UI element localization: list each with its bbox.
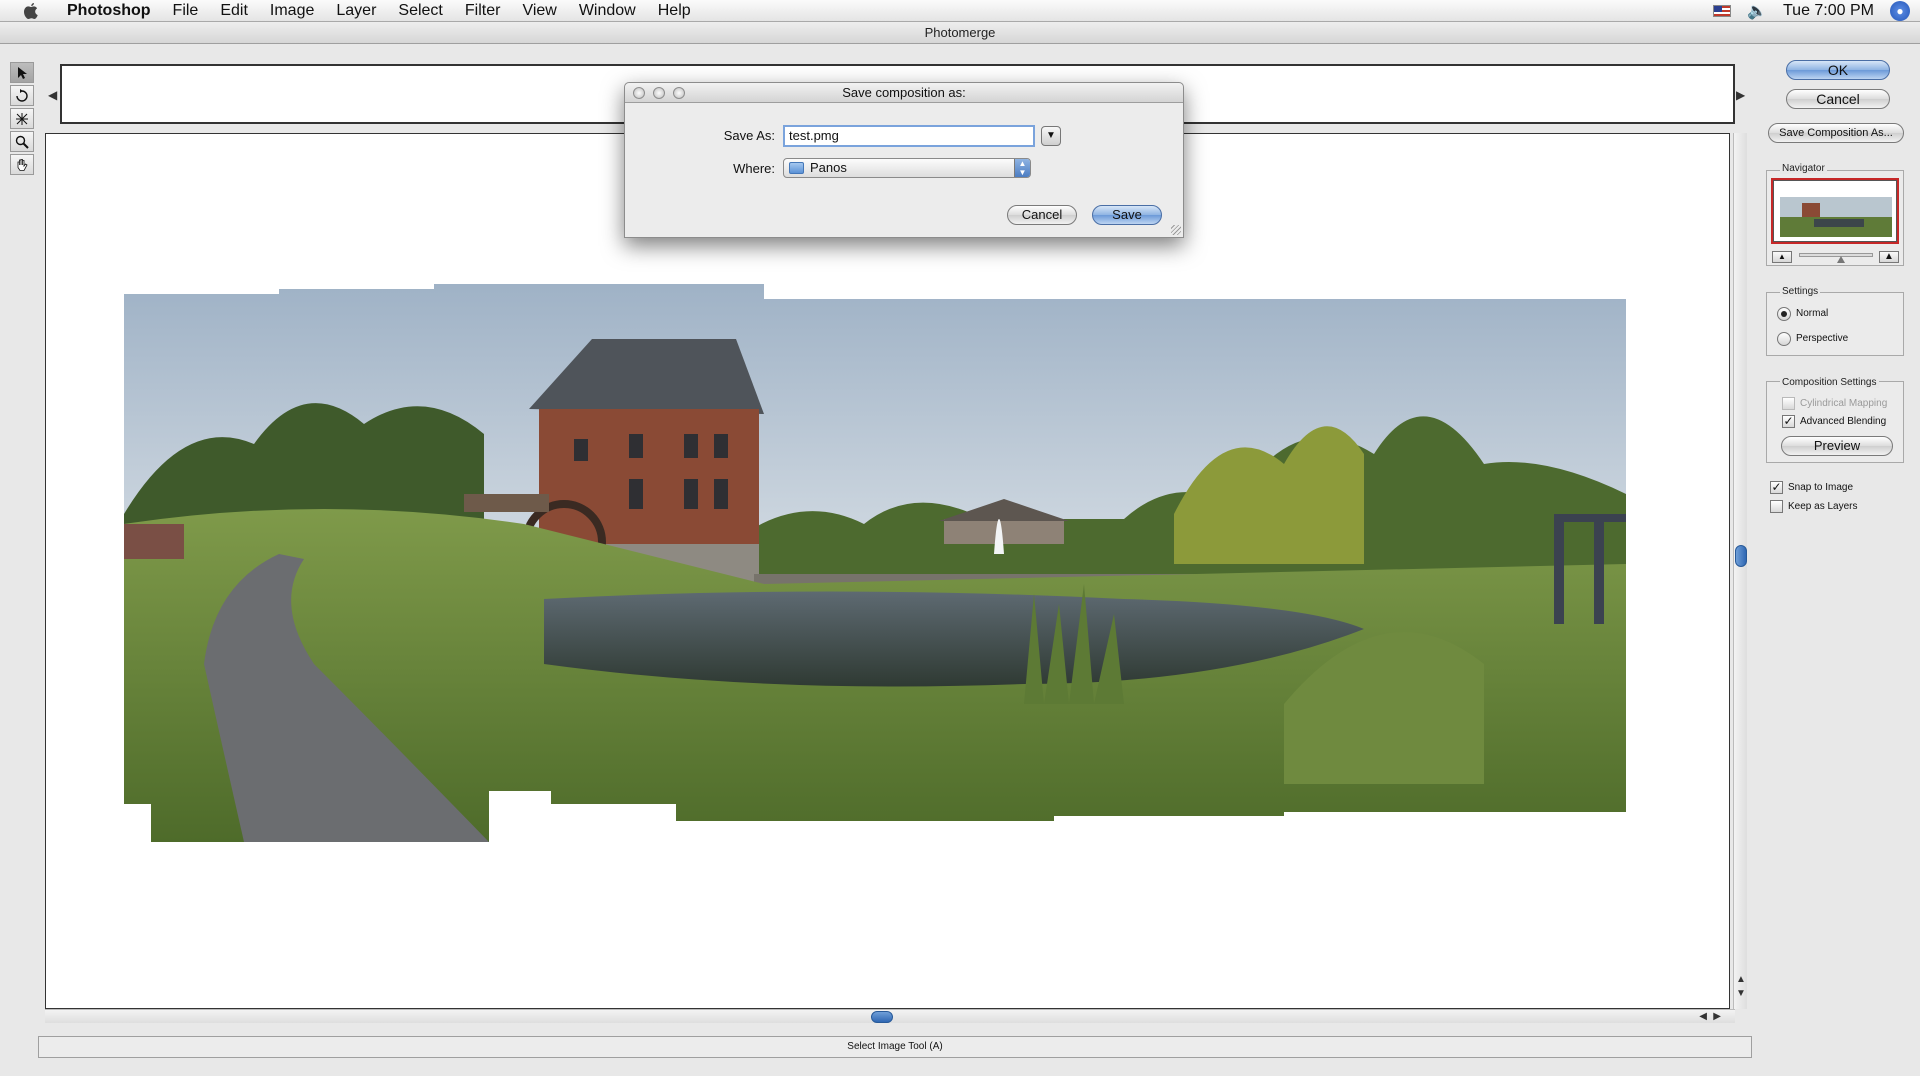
save-composition-as-button[interactable]: Save Composition As... [1768,123,1904,143]
dialog-title: Save composition as: [842,85,966,100]
menu-layer[interactable]: Layer [325,0,387,22]
menu-photoshop[interactable]: Photoshop [56,0,162,22]
panorama-composition-image[interactable] [124,284,1626,842]
advanced-blending-checkbox[interactable]: ✓ [1782,415,1795,428]
folder-icon [789,162,804,174]
spotlight-icon[interactable]: ● [1890,1,1910,21]
navigator-zoom-knob[interactable] [1837,256,1845,263]
tool-panel [10,62,34,177]
input-menu-flag-icon[interactable] [1713,5,1732,17]
menu-clock[interactable]: Tue 7:00 PM [1783,2,1874,20]
horizontal-scrollbar[interactable]: ◀ ▶ [45,1009,1735,1023]
advanced-blending-label: Advanced Blending [1800,416,1887,427]
composition-settings-title: Composition Settings [1780,377,1879,388]
navigator-title: Navigator [1780,163,1827,174]
where-label: Where: [733,161,775,176]
lightbox-right-arrow-icon[interactable]: ▶ [1736,88,1745,102]
select-image-tool-icon[interactable] [10,62,34,83]
menu-edit[interactable]: Edit [209,0,259,22]
navigator-view-frame[interactable] [1771,178,1899,244]
scroll-down-arrow-icon[interactable]: ▼ [1736,988,1746,999]
scroll-up-arrow-icon[interactable]: ▲ [1736,974,1746,985]
dialog-cancel-button[interactable]: Cancel [1007,205,1077,225]
zoom-out-button[interactable]: ▲ [1772,251,1792,263]
menu-select[interactable]: Select [387,0,453,22]
zoom-in-button[interactable]: ▲ [1879,251,1899,263]
vanishing-point-tool-icon[interactable] [10,108,34,129]
save-as-label: Save As: [723,128,775,143]
rotate-image-tool-icon[interactable] [10,85,34,106]
volume-icon[interactable]: 🔈 [1747,1,1767,21]
vertical-scrollbar[interactable]: ▲ ▼ [1733,133,1747,1009]
where-select[interactable]: Panos ▲ ▼ [783,158,1031,178]
menu-file[interactable]: File [162,0,210,22]
cylindrical-mapping-checkbox[interactable] [1782,397,1795,410]
perspective-radio[interactable] [1777,332,1791,346]
apple-menu-icon[interactable] [20,1,42,21]
settings-group [1766,292,1904,356]
expand-dialog-button[interactable]: ▼ [1041,126,1061,146]
menu-help[interactable]: Help [647,0,702,22]
navigator-zoom-slider[interactable] [1799,253,1873,257]
keep-as-layers-label: Keep as Layers [1788,501,1858,512]
hand-tool-icon[interactable] [10,154,34,175]
window-title: Photomerge [0,22,1920,44]
horizontal-scroll-thumb[interactable] [871,1011,893,1023]
snap-to-image-label: Snap to Image [1788,482,1854,493]
lightbox-left-arrow-icon[interactable]: ◀ [48,88,57,102]
menu-filter[interactable]: Filter [454,0,512,22]
menu-image[interactable]: Image [259,0,325,22]
where-value: Panos [810,160,847,175]
dialog-save-button[interactable]: Save [1092,205,1162,225]
normal-radio[interactable] [1777,307,1791,321]
dialog-title-bar: Save composition as: [625,83,1183,103]
dialog-minimize-icon[interactable] [653,87,665,99]
scroll-right-arrow-icon[interactable]: ▶ [1713,1011,1721,1022]
dialog-zoom-icon[interactable] [673,87,685,99]
save-as-field[interactable]: test.pmg [783,125,1035,147]
zoom-tool-icon[interactable] [10,131,34,152]
settings-title: Settings [1780,286,1821,297]
keep-as-layers-checkbox[interactable] [1770,500,1783,513]
perspective-label: Perspective [1796,333,1849,344]
preview-button[interactable]: Preview [1781,436,1893,456]
composition-canvas[interactable] [45,133,1730,1009]
save-composition-dialog: Save composition as: Save As: test.pmg ▼… [624,82,1184,238]
scroll-left-arrow-icon[interactable]: ◀ [1699,1011,1707,1022]
normal-label: Normal [1796,308,1829,319]
menu-bar: Photoshop File Edit Image Layer Select F… [0,0,1920,22]
menu-extras: 🔈 Tue 7:00 PM ● [1713,0,1910,22]
menu-window[interactable]: Window [568,0,647,22]
cylindrical-mapping-label: Cylindrical Mapping [1800,398,1888,409]
status-bar: Select Image Tool (A) [38,1036,1752,1058]
ok-button[interactable]: OK [1786,60,1890,80]
vertical-scroll-thumb[interactable] [1735,545,1747,567]
dialog-resize-grip[interactable] [1171,225,1181,235]
dialog-close-icon[interactable] [633,87,645,99]
select-arrows-icon: ▲ ▼ [1014,159,1030,177]
menu-view[interactable]: View [511,0,567,22]
cancel-button[interactable]: Cancel [1786,89,1890,109]
snap-to-image-checkbox[interactable]: ✓ [1770,481,1783,494]
